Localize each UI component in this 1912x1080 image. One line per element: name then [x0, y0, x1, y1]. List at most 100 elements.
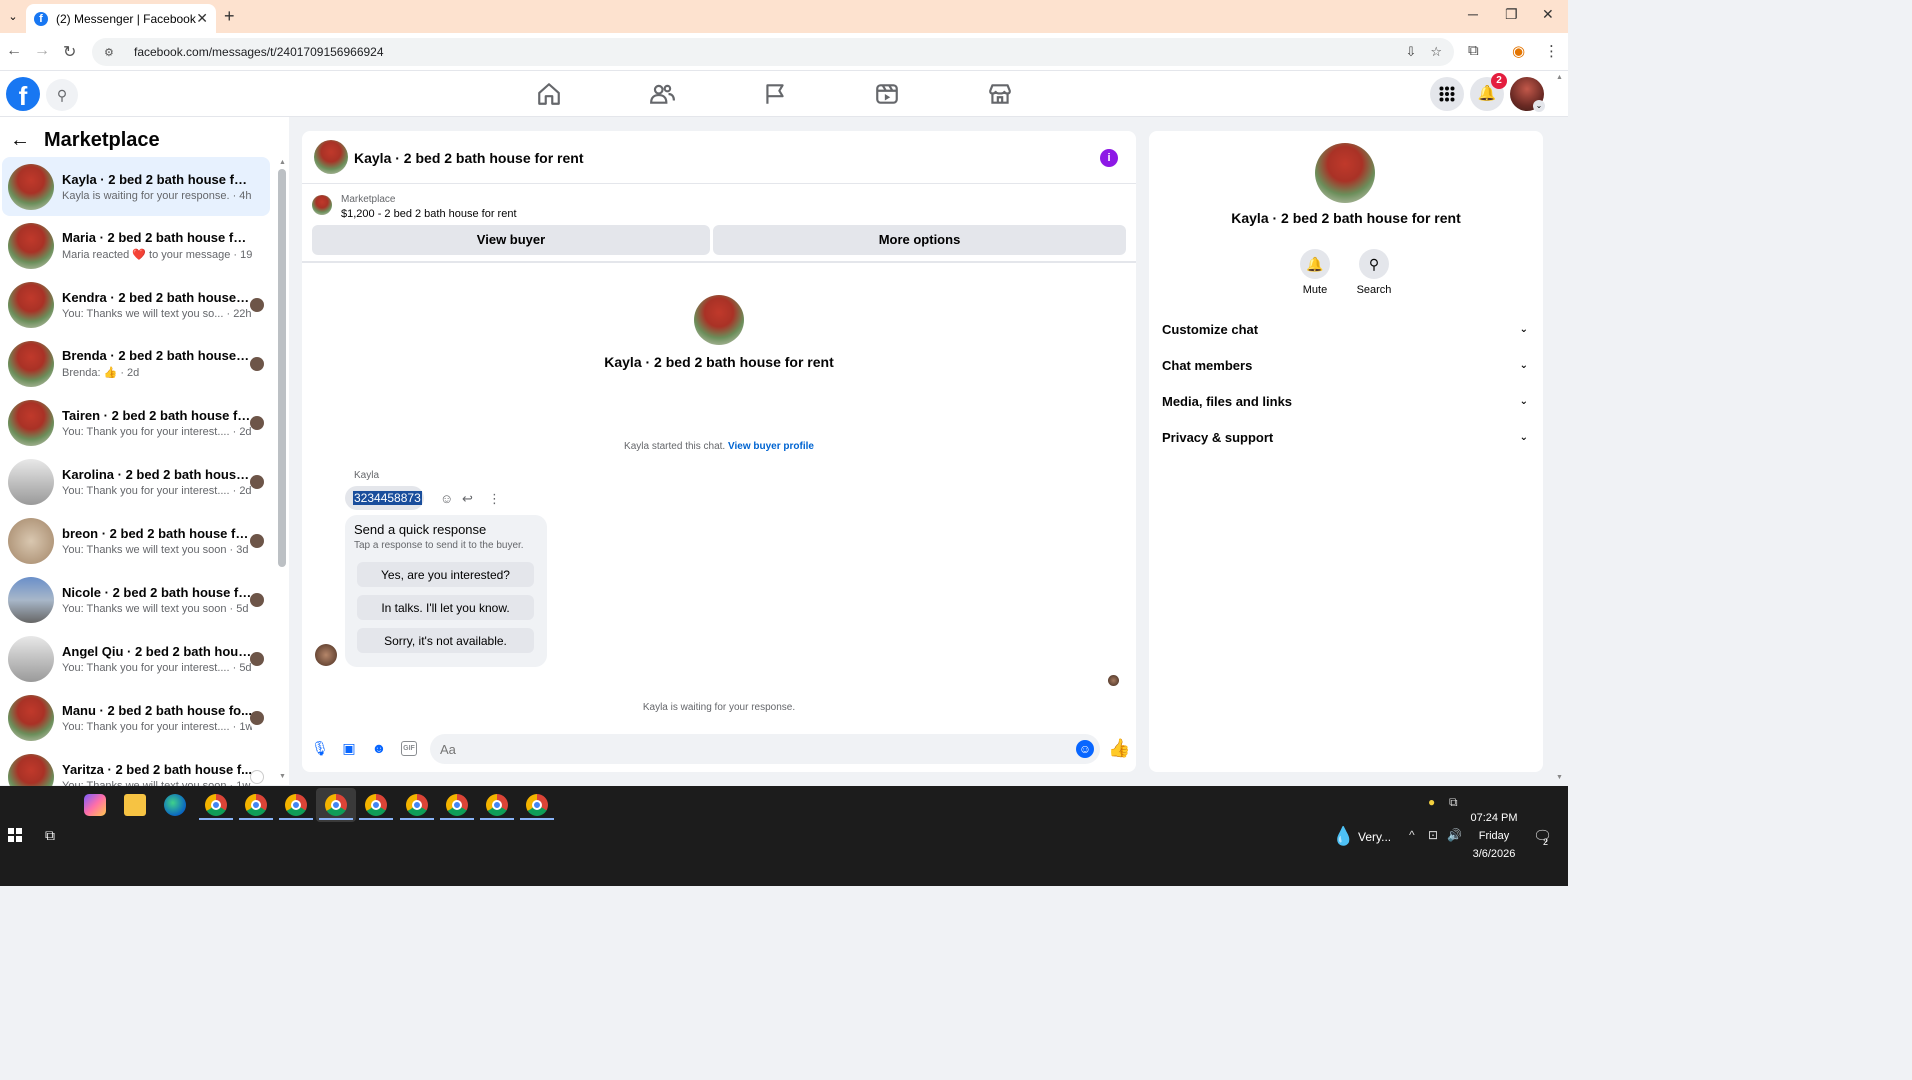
mute-button[interactable]: 🔔 Mute	[1285, 249, 1345, 296]
tray-status-icon[interactable]: ●	[1428, 795, 1435, 809]
back-icon[interactable]: ←	[6, 42, 22, 60]
conversation-item[interactable]: Manu · 2 bed 2 bath house fo... You: Than…	[2, 688, 270, 747]
chrome-window-icon[interactable]	[365, 794, 387, 816]
clock-day[interactable]: Friday	[1468, 830, 1520, 842]
photo-icon[interactable]: ▣	[340, 739, 358, 757]
chrome-window-icon[interactable]	[406, 794, 428, 816]
marketplace-icon[interactable]	[987, 81, 1013, 107]
address-bar[interactable]: ⚙ facebook.com/messages/t/24017091569669…	[92, 38, 1454, 66]
seen-indicator-avatar	[1108, 675, 1119, 686]
pages-flag-icon[interactable]	[762, 81, 788, 107]
message-input[interactable]	[430, 734, 1100, 764]
react-icon[interactable]: ☺	[440, 491, 453, 506]
message-text[interactable]: 3234458873	[353, 491, 422, 505]
reload-icon[interactable]: ↻	[63, 42, 76, 62]
close-window-icon[interactable]: ✕	[1542, 6, 1554, 23]
sidebar-scrollbar[interactable]	[278, 169, 286, 567]
chrome-window-icon[interactable]	[486, 794, 508, 816]
more-options-button[interactable]: More options	[713, 225, 1126, 255]
media-files-links-section[interactable]: Media, files and links ⌄	[1162, 390, 1528, 412]
chrome-window-icon[interactable]	[325, 794, 347, 816]
browser-menu-icon[interactable]: ⋮	[1544, 42, 1559, 60]
site-info-icon[interactable]: ⚙	[104, 46, 120, 59]
conversation-item[interactable]: Brenda · 2 bed 2 bath house for ... Brend…	[2, 334, 270, 393]
clock-time[interactable]: 07:24 PM	[1468, 812, 1520, 824]
file-explorer-icon[interactable]	[124, 794, 146, 816]
conversation-avatar	[8, 694, 54, 741]
more-actions-icon[interactable]: ⋮	[488, 491, 501, 507]
minimize-icon[interactable]: ─	[1468, 6, 1478, 22]
chat-avatar[interactable]	[314, 140, 348, 174]
chat-members-section[interactable]: Chat members ⌄	[1162, 354, 1528, 376]
conversation-item[interactable]: Maria · 2 bed 2 bath house for r... Maria…	[2, 216, 270, 275]
url-text[interactable]: facebook.com/messages/t/2401709156966924	[134, 45, 1391, 59]
network-icon[interactable]: ⊡	[1428, 828, 1438, 842]
home-icon[interactable]	[536, 81, 562, 107]
reply-icon[interactable]: ↩	[462, 491, 473, 507]
listing-price[interactable]: $1,200 - 2 bed 2 bath house for rent	[341, 208, 517, 220]
tray-overflow-icon[interactable]: ^	[1409, 828, 1415, 842]
browser-tab[interactable]: f (2) Messenger | Facebook ✕	[26, 4, 216, 33]
new-tab-icon[interactable]: +	[224, 6, 235, 27]
microphone-icon[interactable]: 🎙	[311, 739, 329, 757]
volume-icon[interactable]: 🔊	[1447, 828, 1462, 842]
search-icon[interactable]: ⚲	[46, 79, 78, 111]
conversation-item[interactable]: Angel Qiu · 2 bed 2 bath hous... You: Tha…	[2, 629, 270, 688]
restore-icon[interactable]: ❐	[1505, 6, 1518, 23]
scroll-down-icon[interactable]: ▼	[279, 773, 286, 780]
friends-icon[interactable]	[649, 81, 675, 107]
clock-date[interactable]: 3/6/2026	[1468, 848, 1520, 860]
page-scroll-down-icon[interactable]: ▼	[1556, 774, 1563, 781]
conversation-item[interactable]: Kendra · 2 bed 2 bath house f... You: Tha…	[2, 275, 270, 334]
quick-response-button[interactable]: Yes, are you interested?	[357, 562, 534, 587]
conversation-item[interactable]: Tairen · 2 bed 2 bath house fo... You: Th…	[2, 393, 270, 452]
weather-icon[interactable]: 💧	[1332, 826, 1354, 847]
message-bubble[interactable]: 3234458873	[345, 486, 424, 510]
bookmark-star-icon[interactable]: ☆	[1430, 44, 1442, 60]
video-icon[interactable]	[874, 81, 900, 107]
chrome-window-icon[interactable]	[285, 794, 307, 816]
sticker-icon[interactable]: ☻	[370, 739, 388, 757]
page-scroll-up-icon[interactable]: ▲	[1556, 74, 1563, 81]
search-icon[interactable]: ⚲	[1359, 249, 1389, 279]
tray-device-icon[interactable]: ⧉	[1449, 795, 1458, 810]
extensions-icon[interactable]: ⧉	[1468, 42, 1479, 59]
quick-response-button[interactable]: Sorry, it's not available.	[357, 628, 534, 653]
conversation-item[interactable]: breon · 2 bed 2 bath house fo... You: Tha…	[2, 511, 270, 570]
like-thumb-icon[interactable]: 👍	[1108, 738, 1130, 759]
view-buyer-button[interactable]: View buyer	[312, 225, 710, 255]
scroll-up-icon[interactable]: ▲	[279, 159, 286, 166]
view-buyer-profile-link[interactable]: View buyer profile	[728, 441, 814, 452]
conversation-item[interactable]: Karolina · 2 bed 2 bath house ... You: Th…	[2, 452, 270, 511]
quick-response-button[interactable]: In talks. I'll let you know.	[357, 595, 534, 620]
account-chevron-icon[interactable]: ⌄	[1533, 100, 1545, 112]
conversation-item[interactable]: Kayla · 2 bed 2 bath house for re... Kayl…	[2, 157, 270, 216]
search-button[interactable]: ⚲ Search	[1344, 249, 1404, 296]
weather-text[interactable]: Very...	[1358, 830, 1391, 844]
menu-grid-icon[interactable]	[1430, 77, 1464, 111]
chrome-window-icon[interactable]	[446, 794, 468, 816]
edge-icon[interactable]	[164, 794, 186, 816]
bell-icon[interactable]: 🔔	[1300, 249, 1330, 279]
copilot-icon[interactable]	[84, 794, 106, 816]
gif-icon[interactable]: GIF	[401, 741, 417, 756]
install-app-icon[interactable]: ⇩	[1405, 44, 1416, 60]
back-arrow-icon[interactable]: ←	[10, 129, 30, 152]
customize-chat-section[interactable]: Customize chat ⌄	[1162, 318, 1528, 340]
conversation-item[interactable]: Nicole · 2 bed 2 bath house fo... You: Th…	[2, 570, 270, 629]
privacy-support-section[interactable]: Privacy & support ⌄	[1162, 426, 1528, 448]
chrome-window-icon[interactable]	[245, 794, 267, 816]
chrome-window-icon[interactable]	[526, 794, 548, 816]
section-label: Customize chat	[1162, 321, 1259, 337]
windows-start-icon[interactable]	[8, 828, 22, 842]
info-icon[interactable]: i	[1100, 149, 1118, 167]
close-tab-icon[interactable]: ✕	[196, 10, 208, 27]
forward-icon[interactable]: →	[34, 42, 50, 60]
chat-title[interactable]: Kayla · 2 bed 2 bath house for rent	[354, 150, 584, 166]
tab-search-icon[interactable]: ⌄	[4, 8, 22, 26]
chrome-window-icon[interactable]	[205, 794, 227, 816]
profile-icon[interactable]: ◉	[1512, 42, 1525, 60]
task-view-icon[interactable]: ⧉	[45, 827, 55, 844]
emoji-icon[interactable]: ☺	[1076, 740, 1094, 758]
facebook-logo-icon[interactable]: f	[6, 77, 40, 111]
